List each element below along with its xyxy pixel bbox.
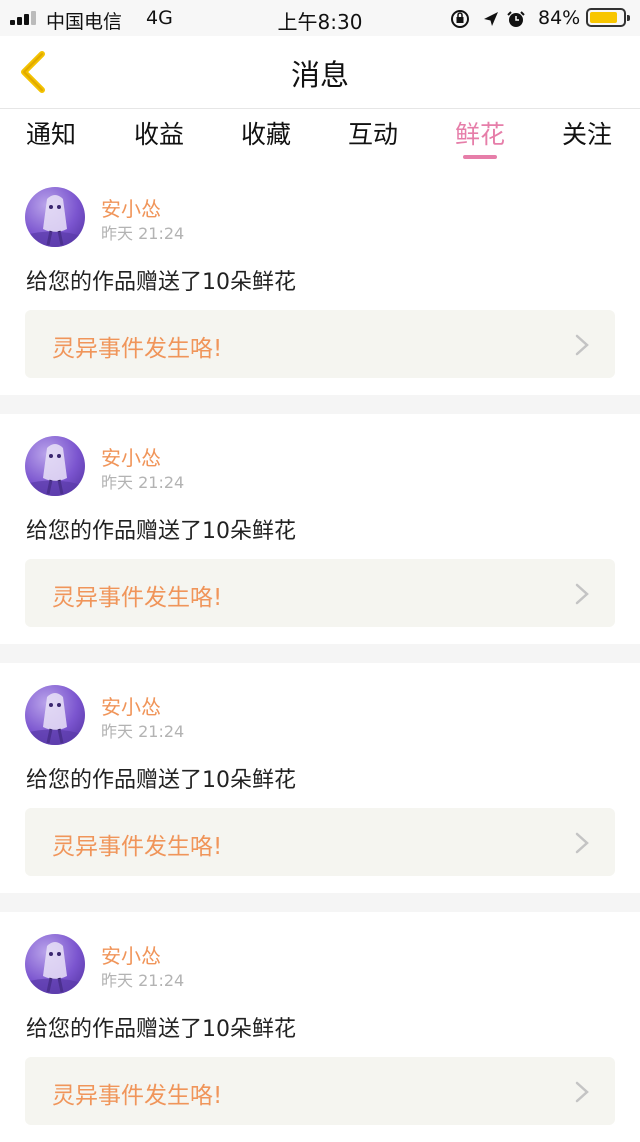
sender-name[interactable]: 安小怂 <box>101 193 161 222</box>
tab-label: 互动 <box>347 120 398 149</box>
back-button[interactable] <box>14 50 54 94</box>
list-item: 安小怂 昨天 21:24 给您的作品赠送了10朵鲜花 灵异事件发生咯! <box>0 165 640 395</box>
message-text: 给您的作品赠送了10朵鲜花 <box>26 768 296 793</box>
work-title: 灵异事件发生咯! <box>52 834 223 860</box>
status-icons <box>451 10 525 28</box>
work-title: 灵异事件发生咯! <box>52 1083 223 1109</box>
chevron-right-icon <box>575 1081 589 1103</box>
avatar-image <box>25 195 85 247</box>
active-tab-indicator <box>463 155 497 159</box>
message-text: 给您的作品赠送了10朵鲜花 <box>26 1017 296 1042</box>
message-time: 昨天 21:24 <box>101 473 185 492</box>
tab-label: 关注 <box>561 120 612 149</box>
avatar-image <box>25 693 85 745</box>
work-link-card[interactable]: 灵异事件发生咯! <box>25 1057 615 1125</box>
tab-label: 通知 <box>25 120 76 149</box>
list-item: 安小怂 昨天 21:24 给您的作品赠送了10朵鲜花 灵异事件发生咯! <box>0 663 640 893</box>
work-link-card[interactable]: 灵异事件发生咯! <box>25 559 615 627</box>
tab-favorites[interactable]: 收藏 <box>216 115 316 159</box>
message-time: 昨天 21:24 <box>101 224 185 243</box>
sender-name[interactable]: 安小怂 <box>101 691 161 720</box>
tab-label: 鲜花 <box>454 120 505 149</box>
divider <box>0 395 640 414</box>
list-item: 安小怂 昨天 21:24 给您的作品赠送了10朵鲜花 灵异事件发生咯! <box>0 414 640 644</box>
chevron-right-icon <box>575 832 589 854</box>
battery-percent: 84% <box>538 7 581 29</box>
avatar-image <box>25 942 85 994</box>
sender-name[interactable]: 安小怂 <box>101 940 161 969</box>
nav-bar: 消息 <box>0 36 640 109</box>
work-link-card[interactable]: 灵异事件发生咯! <box>25 808 615 876</box>
avatar[interactable] <box>25 685 85 745</box>
chevron-right-icon <box>575 583 589 605</box>
work-link-card[interactable]: 灵异事件发生咯! <box>25 310 615 378</box>
message-text: 给您的作品赠送了10朵鲜花 <box>26 270 296 295</box>
divider <box>0 644 640 663</box>
list-item: 安小怂 昨天 21:24 给您的作品赠送了10朵鲜花 灵异事件发生咯! <box>0 912 640 1142</box>
tab-label: 收藏 <box>240 120 291 149</box>
rotation-lock-icon <box>451 10 469 28</box>
tab-notifications[interactable]: 通知 <box>1 115 101 159</box>
tab-flowers[interactable]: 鲜花 <box>430 115 530 159</box>
tab-earnings[interactable]: 收益 <box>109 115 209 159</box>
avatar[interactable] <box>25 436 85 496</box>
chevron-left-icon <box>21 51 45 93</box>
battery-icon <box>586 8 630 27</box>
avatar-image <box>25 444 85 496</box>
location-icon <box>484 12 498 26</box>
tab-label: 收益 <box>133 120 184 149</box>
tab-bar: 通知 收益 收藏 互动 鲜花 关注 <box>0 109 640 165</box>
tab-follows[interactable]: 关注 <box>537 115 637 159</box>
status-bar: 中国电信 4G 上午8:30 84% <box>0 0 640 36</box>
work-title: 灵异事件发生咯! <box>52 585 223 611</box>
alarm-icon <box>507 11 525 27</box>
page-title: 消息 <box>290 58 349 92</box>
tab-interactions[interactable]: 互动 <box>323 115 423 159</box>
avatar[interactable] <box>25 934 85 994</box>
sender-name[interactable]: 安小怂 <box>101 442 161 471</box>
message-list: 安小怂 昨天 21:24 给您的作品赠送了10朵鲜花 灵异事件发生咯! 安小怂 … <box>0 165 640 1142</box>
message-text: 给您的作品赠送了10朵鲜花 <box>26 519 296 544</box>
divider <box>0 893 640 912</box>
message-time: 昨天 21:24 <box>101 722 185 741</box>
avatar[interactable] <box>25 187 85 247</box>
message-time: 昨天 21:24 <box>101 971 185 990</box>
work-title: 灵异事件发生咯! <box>52 336 223 362</box>
chevron-right-icon <box>575 334 589 356</box>
